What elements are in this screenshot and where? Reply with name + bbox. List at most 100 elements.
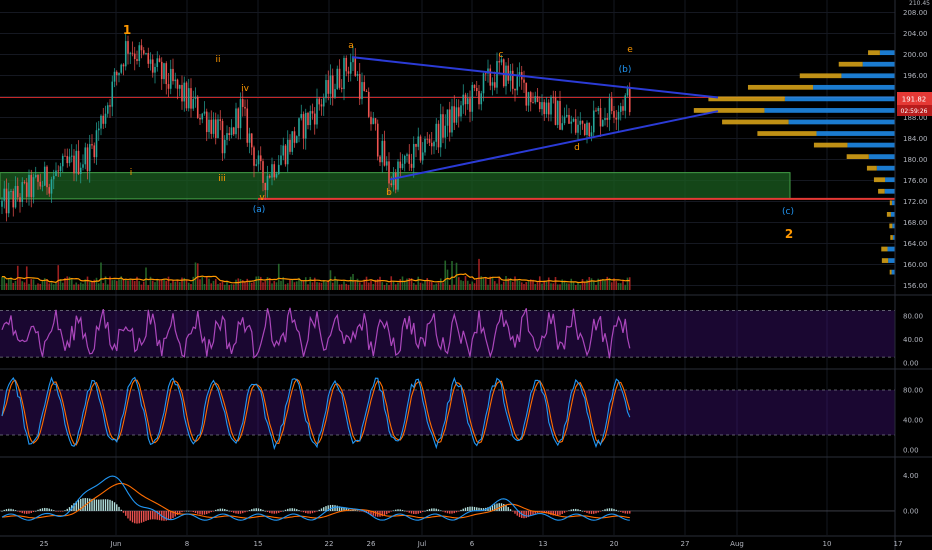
macd-histogram-bar	[122, 510, 125, 513]
last-price-label: 191.82	[902, 96, 927, 104]
candle-body	[415, 144, 417, 147]
candle-body	[109, 105, 111, 107]
volume-bar	[563, 281, 566, 290]
candle-body	[541, 102, 543, 110]
macd-histogram-bar	[597, 510, 599, 513]
volume-bar	[201, 276, 204, 290]
volume-bar	[421, 283, 424, 290]
candle-body	[214, 119, 217, 138]
macd-histogram-bar	[66, 508, 68, 511]
volume-bar	[581, 279, 584, 290]
macd-histogram-bar	[93, 499, 95, 511]
price-tick-label: 180.00	[903, 156, 928, 164]
volume-bar	[100, 262, 102, 290]
volume-profile-down-bar	[886, 212, 891, 217]
macd-histogram-bar	[194, 510, 197, 513]
candle-body	[286, 139, 289, 165]
macd-histogram-bar	[296, 509, 298, 511]
macd-histogram-bar	[451, 510, 453, 514]
volume-bar	[219, 282, 222, 290]
candle-body	[372, 118, 375, 125]
candle-body	[493, 82, 496, 88]
volume-bar	[343, 281, 345, 290]
time-tick-label: Aug	[730, 540, 744, 548]
macd-histogram-bar	[440, 510, 442, 511]
wave-label: (b)	[619, 65, 632, 75]
candle-body	[246, 108, 249, 143]
candle-body	[543, 102, 546, 115]
candle-body	[304, 112, 307, 139]
macd-histogram-bar	[307, 510, 309, 514]
candle-body	[588, 122, 591, 137]
candle-body	[266, 175, 269, 191]
macd-histogram-bar	[170, 510, 172, 520]
volume-bar	[336, 280, 339, 290]
candle-body	[502, 59, 505, 87]
candle-body	[579, 120, 582, 125]
volume-profile-up-bar	[876, 165, 895, 171]
candle-body	[25, 182, 28, 197]
candle-body	[547, 102, 550, 115]
price-tick-label: 196.00	[903, 72, 928, 80]
macd-histogram-bar	[300, 510, 302, 512]
volume-bar	[127, 280, 129, 290]
macd-histogram-bar	[446, 510, 449, 514]
wave-label: 1	[123, 23, 131, 37]
candle-body	[235, 108, 237, 135]
volume-bar	[478, 258, 480, 290]
volume-bar	[471, 281, 474, 290]
volume-profile-down-bar	[889, 200, 892, 206]
candle-body	[16, 186, 19, 198]
volume-bar	[210, 283, 213, 290]
macd-histogram-bar	[311, 510, 314, 514]
volume-bar	[264, 281, 267, 290]
volume-bar	[228, 284, 231, 290]
volume-bar	[370, 280, 372, 290]
candle-body	[529, 92, 532, 103]
candle-body	[28, 174, 30, 197]
volume-bar	[106, 284, 109, 290]
volume-profile-up-bar	[784, 96, 895, 102]
candle-body	[158, 58, 161, 62]
candle-body	[435, 123, 438, 142]
macd-histogram-bar	[588, 510, 590, 514]
candle-body	[340, 87, 343, 90]
stoch-tick-label: 0.00	[903, 447, 919, 455]
volume-bar	[138, 281, 141, 290]
volume-bar	[435, 283, 438, 290]
volume-bar	[235, 279, 237, 290]
time-tick-label: 25	[40, 540, 49, 548]
candle-body	[536, 96, 539, 102]
volume-bar	[568, 283, 570, 290]
candle-body	[365, 91, 368, 92]
candle-body	[169, 68, 172, 89]
candle-body	[583, 123, 586, 135]
trading-chart[interactable]: 1iiiiiiivv(a)abcde(b)(c)2 25 Jun 8 15 22 26 Ju…	[0, 0, 932, 550]
macd-histogram-bar	[271, 510, 273, 514]
volume-bar	[217, 284, 219, 290]
macd-histogram-bar	[64, 510, 66, 511]
macd-histogram-bar	[471, 506, 473, 511]
candle-body	[102, 115, 105, 124]
candle-body	[534, 96, 537, 103]
candle-body	[307, 112, 309, 126]
candle-body	[226, 133, 228, 140]
volume-bar	[97, 283, 100, 290]
candle-body	[259, 155, 262, 162]
volume-bar	[23, 282, 26, 290]
volume-bar	[579, 284, 582, 290]
candle-body	[363, 82, 366, 92]
macd-histogram-bar	[127, 510, 129, 519]
volume-bar	[385, 282, 388, 290]
macd-histogram-bar	[374, 510, 377, 517]
candle-body	[84, 147, 87, 165]
volume-bar	[466, 280, 469, 290]
candle-body	[606, 118, 609, 120]
volume-bar	[394, 284, 397, 290]
volume-profile-down-bar	[881, 246, 888, 252]
candle-body	[334, 89, 336, 98]
candle-body	[156, 58, 159, 67]
macd-histogram-bar	[35, 510, 37, 512]
volume-bar	[95, 277, 98, 290]
macd-histogram-bar	[12, 509, 14, 511]
